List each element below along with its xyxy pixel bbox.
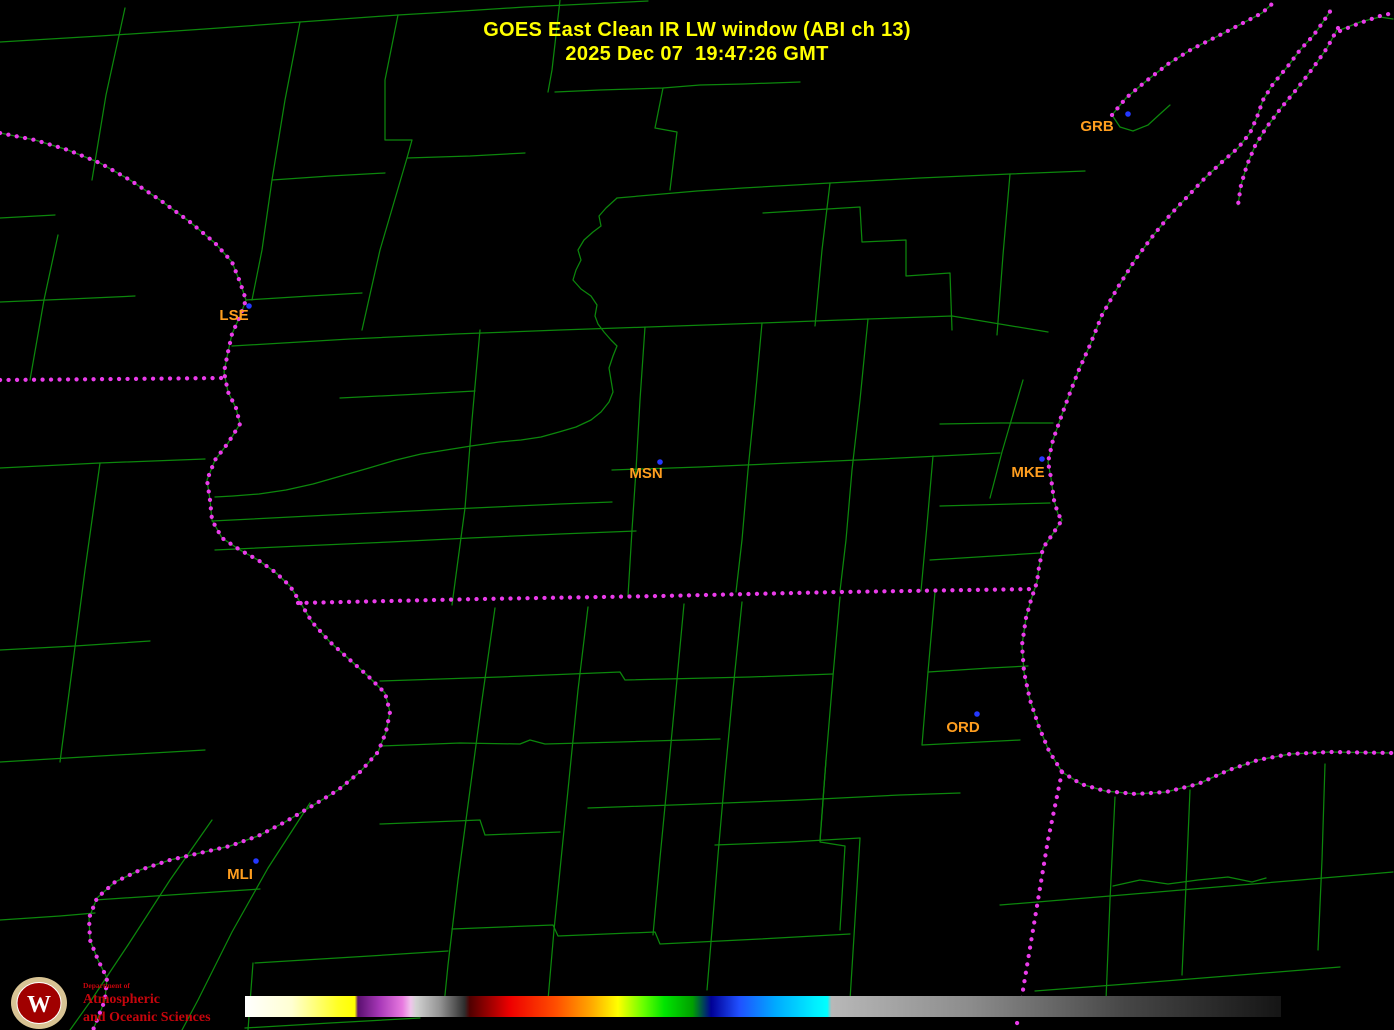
county-line <box>379 671 834 682</box>
temperature-colorbar <box>245 996 1281 1017</box>
goes-satellite-viewer: GRB LSE MSN MKE ORD MLI GOES East Clean IR LW… <box>0 0 1394 1030</box>
county-line <box>1021 161 1394 795</box>
county-line <box>1034 966 1341 992</box>
county-line <box>1111 104 1171 132</box>
state-border-line <box>1019 159 1225 775</box>
satellite-map: GRB LSE MSN MKE ORD MLI <box>0 0 1394 1030</box>
county-line <box>406 152 526 159</box>
county-line <box>0 912 96 921</box>
county-line <box>706 601 743 991</box>
state-border-line <box>0 375 228 383</box>
title-line1: GOES East Clean IR LW window (ABI ch 13) <box>483 19 911 41</box>
county-boundaries-layer <box>0 0 1394 1030</box>
county-line <box>939 422 1054 425</box>
logo-text: Department of Atmospheric and Oceanic Sc… <box>83 981 211 1026</box>
county-line <box>214 197 618 498</box>
county-line <box>999 871 1394 906</box>
city-dot-ord <box>974 711 980 717</box>
county-line <box>231 315 1049 347</box>
county-line <box>442 607 496 1016</box>
county-line <box>339 390 476 399</box>
city-label-mke: MKE <box>1011 464 1044 481</box>
svg-text:W: W <box>27 992 51 1018</box>
county-line <box>271 172 386 181</box>
county-line <box>94 888 261 901</box>
county-line <box>554 81 801 93</box>
city-dot-msn <box>657 459 663 465</box>
county-line <box>211 501 613 522</box>
county-line <box>0 132 391 1030</box>
city-label-ord: ORD <box>946 719 980 736</box>
city-label-mli: MLI <box>227 866 253 883</box>
county-line <box>921 591 936 746</box>
city-label-msn: MSN <box>629 465 662 482</box>
city-dot-mke <box>1039 456 1045 462</box>
county-line <box>819 759 846 931</box>
state-border-line <box>295 586 1038 606</box>
county-line <box>735 322 763 593</box>
county-line <box>0 214 56 219</box>
county-line <box>939 502 1051 507</box>
county-line <box>929 552 1041 561</box>
county-line <box>547 606 589 1001</box>
county-line <box>379 819 561 836</box>
city-label-lse: LSE <box>219 307 248 324</box>
county-line <box>451 329 481 606</box>
county-line <box>814 182 831 327</box>
county-line <box>29 234 59 381</box>
city-dot-mli <box>253 858 259 864</box>
county-line <box>627 326 646 597</box>
county-line <box>652 603 685 936</box>
uw-crest-icon: W <box>11 977 67 1029</box>
state-border-line <box>1059 749 1394 797</box>
county-line <box>996 173 1011 336</box>
state-borders-layer <box>0 1 1394 1030</box>
city-markers-layer: GRB LSE MSN MKE ORD MLI <box>219 111 1131 883</box>
county-line <box>1317 763 1326 951</box>
county-line <box>921 739 1021 746</box>
county-line <box>839 318 869 592</box>
county-line <box>927 665 1029 673</box>
county-line <box>379 738 721 747</box>
logo-line2: and Oceanic Sciences <box>83 1009 211 1025</box>
county-line <box>0 295 136 303</box>
county-line <box>254 950 449 964</box>
state-border-line <box>0 130 393 1030</box>
county-line <box>849 837 861 1001</box>
county-line <box>1105 796 1116 1001</box>
city-dot-grb <box>1125 111 1131 117</box>
county-line <box>0 458 206 469</box>
county-line <box>59 462 101 763</box>
county-line <box>611 452 1001 471</box>
county-line <box>0 749 206 763</box>
county-line <box>587 792 961 809</box>
county-line <box>245 292 363 301</box>
city-label-grb: GRB <box>1080 118 1114 135</box>
county-line <box>214 530 637 551</box>
county-line <box>616 170 1086 199</box>
image-title: GOES East Clean IR LW window (ABI ch 13)… <box>0 18 1394 66</box>
county-line <box>244 1017 421 1029</box>
county-line <box>714 837 861 846</box>
county-line <box>762 206 953 331</box>
county-line <box>920 455 934 592</box>
uw-aos-logo: W Department of Atmospheric and Oceanic … <box>8 976 211 1030</box>
title-line2: 2025 Dec 07 19:47:26 GMT <box>565 43 829 65</box>
county-line <box>654 87 678 191</box>
logo-line1: Atmospheric <box>83 991 160 1007</box>
county-line <box>451 924 851 945</box>
logo-dept-line: Department of <box>83 980 130 990</box>
